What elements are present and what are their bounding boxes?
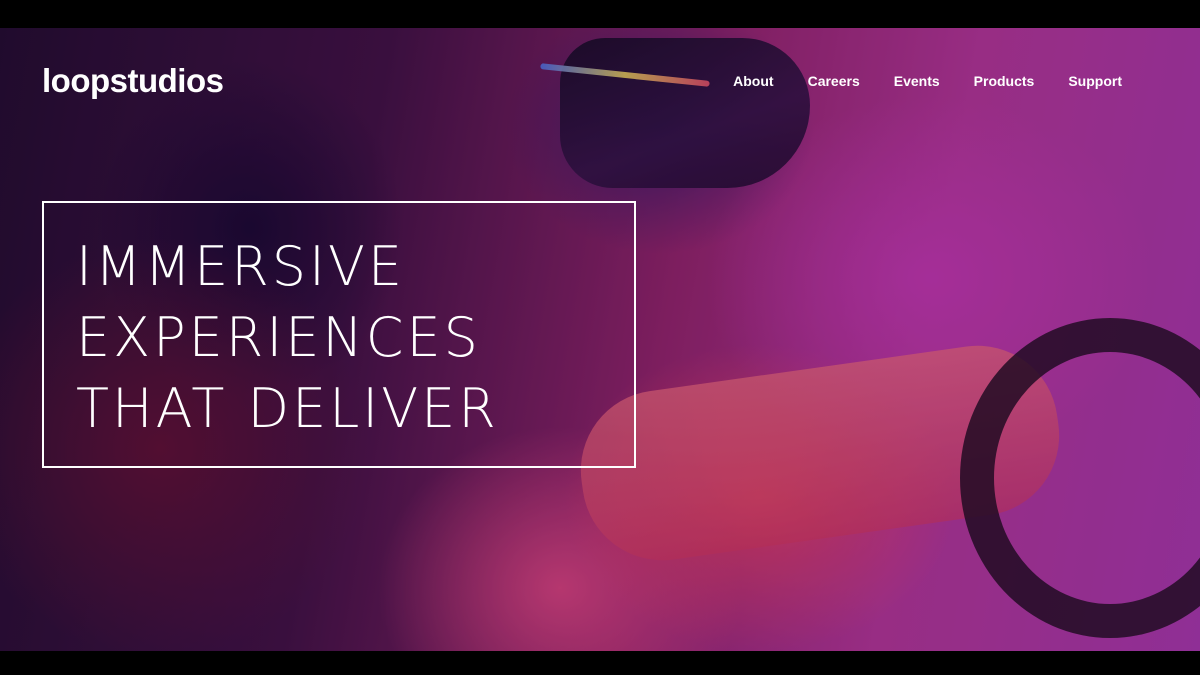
headline-line: IMMERSIVE	[76, 235, 406, 298]
headline-line: THAT DELIVER	[76, 377, 499, 440]
hero-headline: IMMERSIVE EXPERIENCES THAT DELIVER	[76, 231, 634, 444]
nav-link-products[interactable]: Products	[974, 74, 1035, 88]
nav-link-events[interactable]: Events	[894, 74, 940, 88]
site-header: loopstudios About Careers Events Product…	[42, 62, 1132, 112]
main-nav: About Careers Events Products Support	[733, 74, 1122, 88]
site-logo[interactable]: loopstudios	[42, 64, 224, 97]
nav-link-about[interactable]: About	[733, 74, 773, 88]
letterbox-bottom	[0, 651, 1200, 675]
nav-link-support[interactable]: Support	[1068, 74, 1122, 88]
letterbox-top	[0, 0, 1200, 28]
nav-link-careers[interactable]: Careers	[808, 74, 860, 88]
hero-headline-box: IMMERSIVE EXPERIENCES THAT DELIVER	[42, 201, 636, 468]
headline-line: EXPERIENCES	[76, 306, 481, 369]
